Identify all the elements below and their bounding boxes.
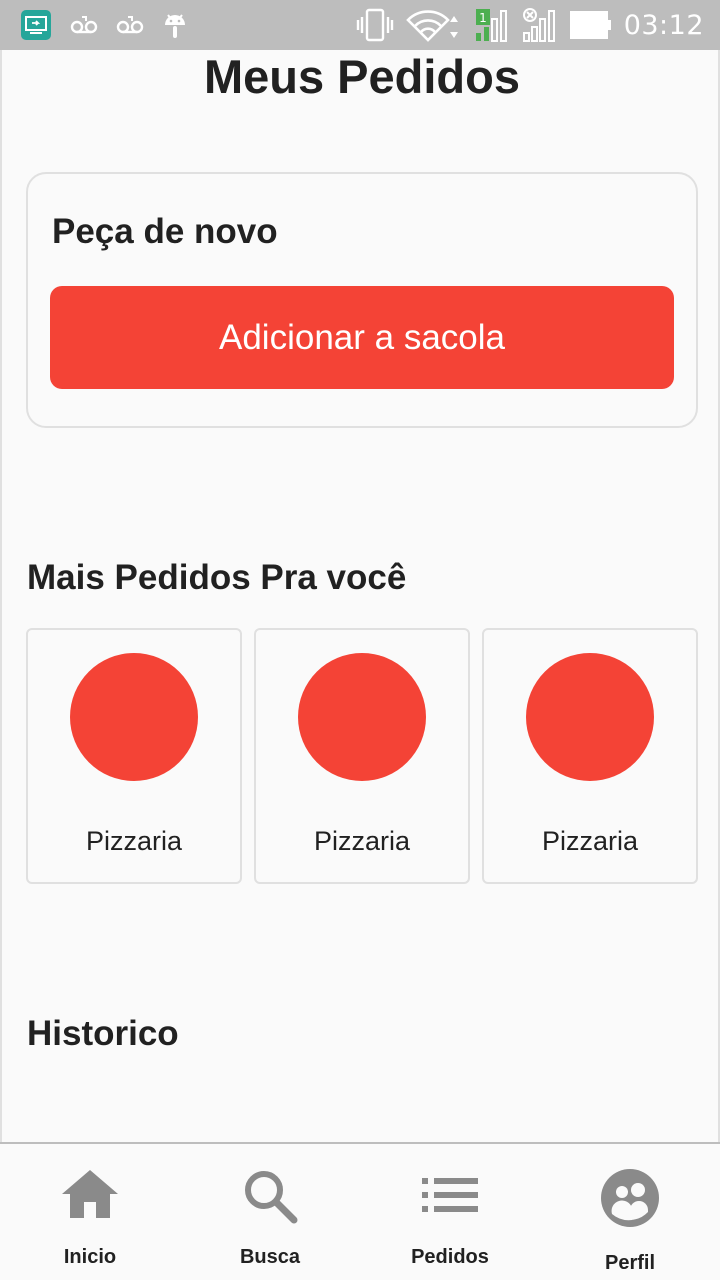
nav-label: Busca	[239, 1246, 301, 1268]
shop-image	[298, 653, 426, 781]
recommended-list: Pizzaria Pizzaria Pizzaria	[26, 628, 698, 884]
shop-label: Pizzaria	[541, 826, 639, 856]
status-bar: 1 03:12	[0, 0, 720, 50]
home-icon	[60, 1168, 120, 1225]
status-time: 03:12	[623, 9, 704, 41]
nav-item-pedidos[interactable]: Pedidos	[360, 1144, 540, 1280]
voicemail-icon	[116, 14, 144, 36]
nav-label: Perfil	[604, 1252, 656, 1274]
add-to-bag-button[interactable]: Adicionar a sacola	[50, 286, 674, 389]
signal-sim1-icon: 1	[474, 7, 510, 43]
nav-label: Pedidos	[411, 1246, 489, 1268]
android-icon	[162, 9, 188, 41]
wifi-icon	[405, 8, 462, 42]
shop-card[interactable]: Pizzaria	[26, 628, 242, 884]
recommended-section-title: Mais Pedidos Pra você	[27, 558, 407, 597]
status-bar-left	[20, 9, 188, 41]
reorder-title: Peça de novo	[52, 212, 278, 251]
page-title: Meus Pedidos	[203, 50, 520, 103]
nav-item-busca[interactable]: Busca	[180, 1144, 360, 1280]
battery-icon	[569, 11, 612, 39]
bottom-navigation: Inicio Busca Pedidos Perfil	[0, 1142, 720, 1280]
svg-text:1: 1	[479, 11, 487, 25]
shop-card[interactable]: Pizzaria	[254, 628, 470, 884]
voicemail-icon	[70, 14, 98, 36]
profile-icon	[600, 1168, 660, 1233]
vibrate-icon	[356, 8, 394, 42]
shop-label: Pizzaria	[313, 826, 411, 856]
main-content: Meus Pedidos Peça de novo Adicionar a sa…	[0, 50, 720, 1142]
shop-image	[70, 653, 198, 781]
screen-mirror-icon	[20, 9, 52, 41]
nav-label: Inicio	[63, 1246, 117, 1268]
search-icon	[242, 1168, 298, 1229]
reorder-card: Peça de novo Adicionar a sacola	[26, 172, 698, 428]
shop-label: Pizzaria	[85, 826, 183, 856]
history-section-title: Historico	[27, 1014, 179, 1053]
nav-item-inicio[interactable]: Inicio	[0, 1144, 180, 1280]
nav-item-perfil[interactable]: Perfil	[540, 1144, 720, 1280]
shop-image	[526, 653, 654, 781]
list-icon	[422, 1178, 478, 1217]
signal-no-sim-icon	[522, 7, 558, 43]
shop-card[interactable]: Pizzaria	[482, 628, 698, 884]
status-bar-right: 1 03:12	[356, 7, 704, 43]
